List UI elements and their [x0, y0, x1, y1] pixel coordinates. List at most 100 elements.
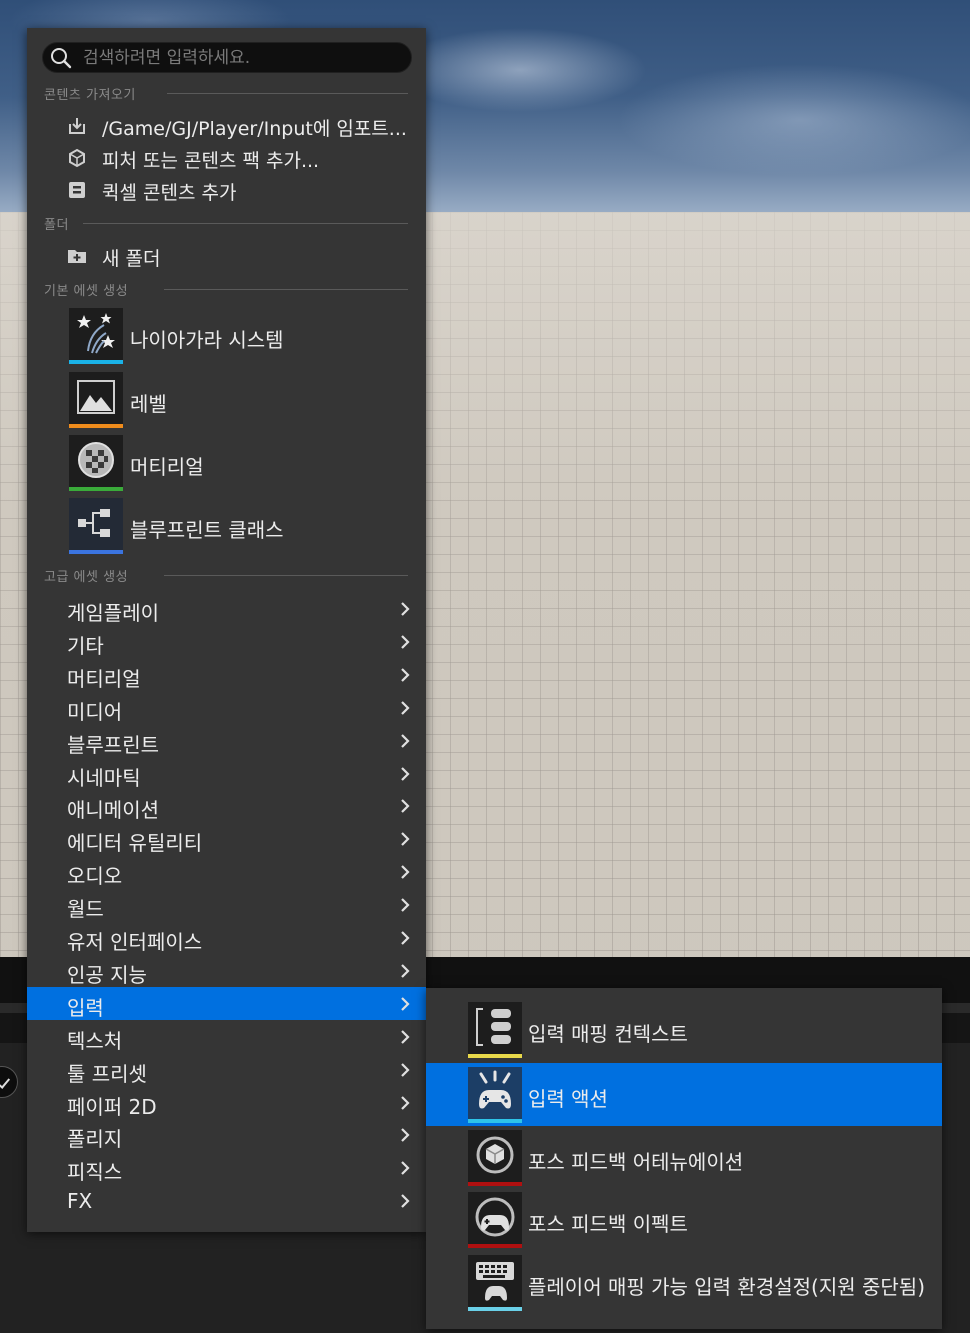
- category-label: 오디오: [67, 864, 123, 889]
- player-mappable-input-config-item[interactable]: 플레이어 매핑 가능 입력 환경설정(지원 중단됨): [426, 1251, 942, 1314]
- force-feedback-attenuation-thumbnail: [468, 1130, 522, 1186]
- category-label: 기타: [67, 633, 104, 658]
- blueprint-class-item[interactable]: 블루프린트 클래스: [27, 498, 426, 558]
- menu-item-label: 나이아가라 시스템: [130, 328, 284, 352]
- section-header-folder: 폴더: [44, 215, 69, 233]
- category-item[interactable]: FX: [27, 1184, 426, 1217]
- category-label: 애니메이션: [67, 798, 159, 823]
- section-divider: [164, 575, 408, 576]
- blueprint-thumbnail: [69, 498, 123, 554]
- category-item[interactable]: 에디터 유틸리티: [27, 822, 426, 855]
- chevron-right-icon: [401, 865, 410, 879]
- search-input[interactable]: [83, 46, 403, 70]
- new-folder-icon: [68, 250, 86, 263]
- menu-item-label: 포스 피드백 이펙트: [528, 1212, 688, 1236]
- category-item[interactable]: 시네마틱: [27, 757, 426, 790]
- force-feedback-attenuation-item[interactable]: 포스 피드백 어테뉴에이션: [426, 1126, 942, 1189]
- input-mapping-context-thumbnail: [468, 1002, 522, 1058]
- search-icon: [51, 48, 72, 69]
- category-item[interactable]: 인공 지능: [27, 954, 426, 987]
- category-label: 블루프린트: [67, 732, 159, 757]
- force-feedback-attenuation-icon: [476, 1136, 514, 1174]
- player-mappable-input-thumbnail: [468, 1255, 522, 1311]
- menu-item-label: /Game/GJ/Player/Input에 임포트...: [102, 118, 407, 140]
- niagara-thumbnail: [69, 308, 123, 364]
- category-label: 텍스처: [67, 1028, 123, 1053]
- material-thumbnail: [69, 435, 123, 491]
- level-item[interactable]: 레벨: [27, 372, 426, 432]
- menu-item-label: 입력 액션: [528, 1087, 608, 1111]
- category-item[interactable]: 텍스처: [27, 1020, 426, 1053]
- category-item[interactable]: 기타: [27, 625, 426, 658]
- chevron-right-icon: [401, 668, 410, 682]
- add-content-pack-item[interactable]: 피처 또는 콘텐츠 팩 추가...: [27, 141, 426, 173]
- asset-color-bar: [468, 1244, 522, 1248]
- force-feedback-effect-icon: [475, 1197, 515, 1237]
- category-label: 입력: [67, 995, 104, 1020]
- category-label: 툴 프리셋: [67, 1061, 147, 1086]
- material-icon: [78, 442, 114, 478]
- chevron-right-icon: [401, 1095, 410, 1110]
- section-label: 고급 에셋 생성: [44, 569, 129, 585]
- category-item[interactable]: 게임플레이: [27, 592, 426, 625]
- search-box[interactable]: [42, 42, 412, 73]
- menu-item-label: 새 폴더: [102, 248, 161, 270]
- section-header-basic-assets: 기본 에셋 생성: [44, 281, 129, 299]
- section-divider: [83, 223, 408, 224]
- chevron-right-icon: [401, 964, 410, 978]
- menu-item-label: 입력 매핑 컨텍스트: [528, 1022, 688, 1046]
- category-item[interactable]: 머티리얼: [27, 658, 426, 691]
- category-item[interactable]: 유저 인터페이스: [27, 921, 426, 954]
- chevron-right-icon: [401, 700, 410, 715]
- category-item[interactable]: 월드: [27, 888, 426, 921]
- category-item[interactable]: 미디어: [27, 691, 426, 724]
- asset-color-bar: [468, 1119, 522, 1123]
- category-item[interactable]: 툴 프리셋: [27, 1053, 426, 1086]
- chevron-right-icon: [401, 766, 410, 781]
- input-action-thumbnail: [468, 1067, 522, 1123]
- add-asset-context-menu: 콘텐츠 가져오기 /Game/GJ/Player/Input에 임포트... 피…: [27, 28, 426, 1232]
- menu-item-label: 플레이어 매핑 가능 입력 환경설정(지원 중단됨): [528, 1275, 925, 1299]
- player-mappable-input-icon: [476, 1262, 514, 1301]
- category-label: 머티리얼: [67, 666, 141, 691]
- category-item[interactable]: 페이퍼 2D: [27, 1086, 426, 1119]
- input-mapping-context-item[interactable]: 입력 매핑 컨텍스트: [426, 998, 942, 1061]
- blueprint-icon: [78, 509, 110, 537]
- category-item[interactable]: 애니메이션: [27, 789, 426, 822]
- category-label: 월드: [67, 897, 104, 922]
- chevron-right-icon: [401, 1029, 410, 1044]
- chevron-right-icon: [401, 997, 410, 1011]
- chevron-right-icon: [401, 832, 410, 847]
- section-label: 폴더: [44, 217, 69, 233]
- quixel-icon: [69, 182, 85, 198]
- category-item[interactable]: 오디오: [27, 855, 426, 888]
- category-item[interactable]: 블루프린트: [27, 724, 426, 757]
- force-feedback-effect-thumbnail: [468, 1192, 522, 1248]
- section-header-advanced-assets: 고급 에셋 생성: [44, 567, 129, 585]
- category-item[interactable]: 피직스: [27, 1151, 426, 1184]
- section-label: 콘텐츠 가져오기: [44, 87, 136, 103]
- asset-color-bar: [468, 1307, 522, 1311]
- force-feedback-effect-item[interactable]: 포스 피드백 이펙트: [426, 1188, 942, 1251]
- category-label: 유저 인터페이스: [67, 930, 203, 954]
- category-item[interactable]: 입력: [27, 986, 426, 1020]
- material-item[interactable]: 머티리얼: [27, 435, 426, 495]
- category-item[interactable]: 폴리지: [27, 1118, 426, 1151]
- input-action-item[interactable]: 입력 액션: [426, 1063, 942, 1126]
- category-label: 폴리지: [67, 1127, 123, 1152]
- chevron-right-icon: [401, 1128, 410, 1143]
- niagara-system-item[interactable]: 나이아가라 시스템: [27, 308, 426, 368]
- category-label: 피직스: [67, 1160, 123, 1185]
- menu-item-label: 레벨: [130, 392, 167, 416]
- asset-color-bar: [69, 360, 123, 364]
- section-divider: [167, 93, 408, 94]
- import-item[interactable]: /Game/GJ/Player/Input에 임포트...: [27, 109, 426, 141]
- menu-item-label: 블루프린트 클래스: [130, 518, 284, 542]
- section-divider: [164, 289, 408, 290]
- category-label: FX: [67, 1189, 93, 1214]
- chevron-right-icon: [401, 799, 410, 814]
- section-label: 기본 에셋 생성: [44, 283, 129, 299]
- add-quixel-content-item[interactable]: 퀵셀 콘텐츠 추가: [27, 173, 426, 205]
- new-folder-item[interactable]: 새 폴더: [27, 239, 426, 271]
- menu-item-label: 포스 피드백 어테뉴에이션: [528, 1150, 744, 1174]
